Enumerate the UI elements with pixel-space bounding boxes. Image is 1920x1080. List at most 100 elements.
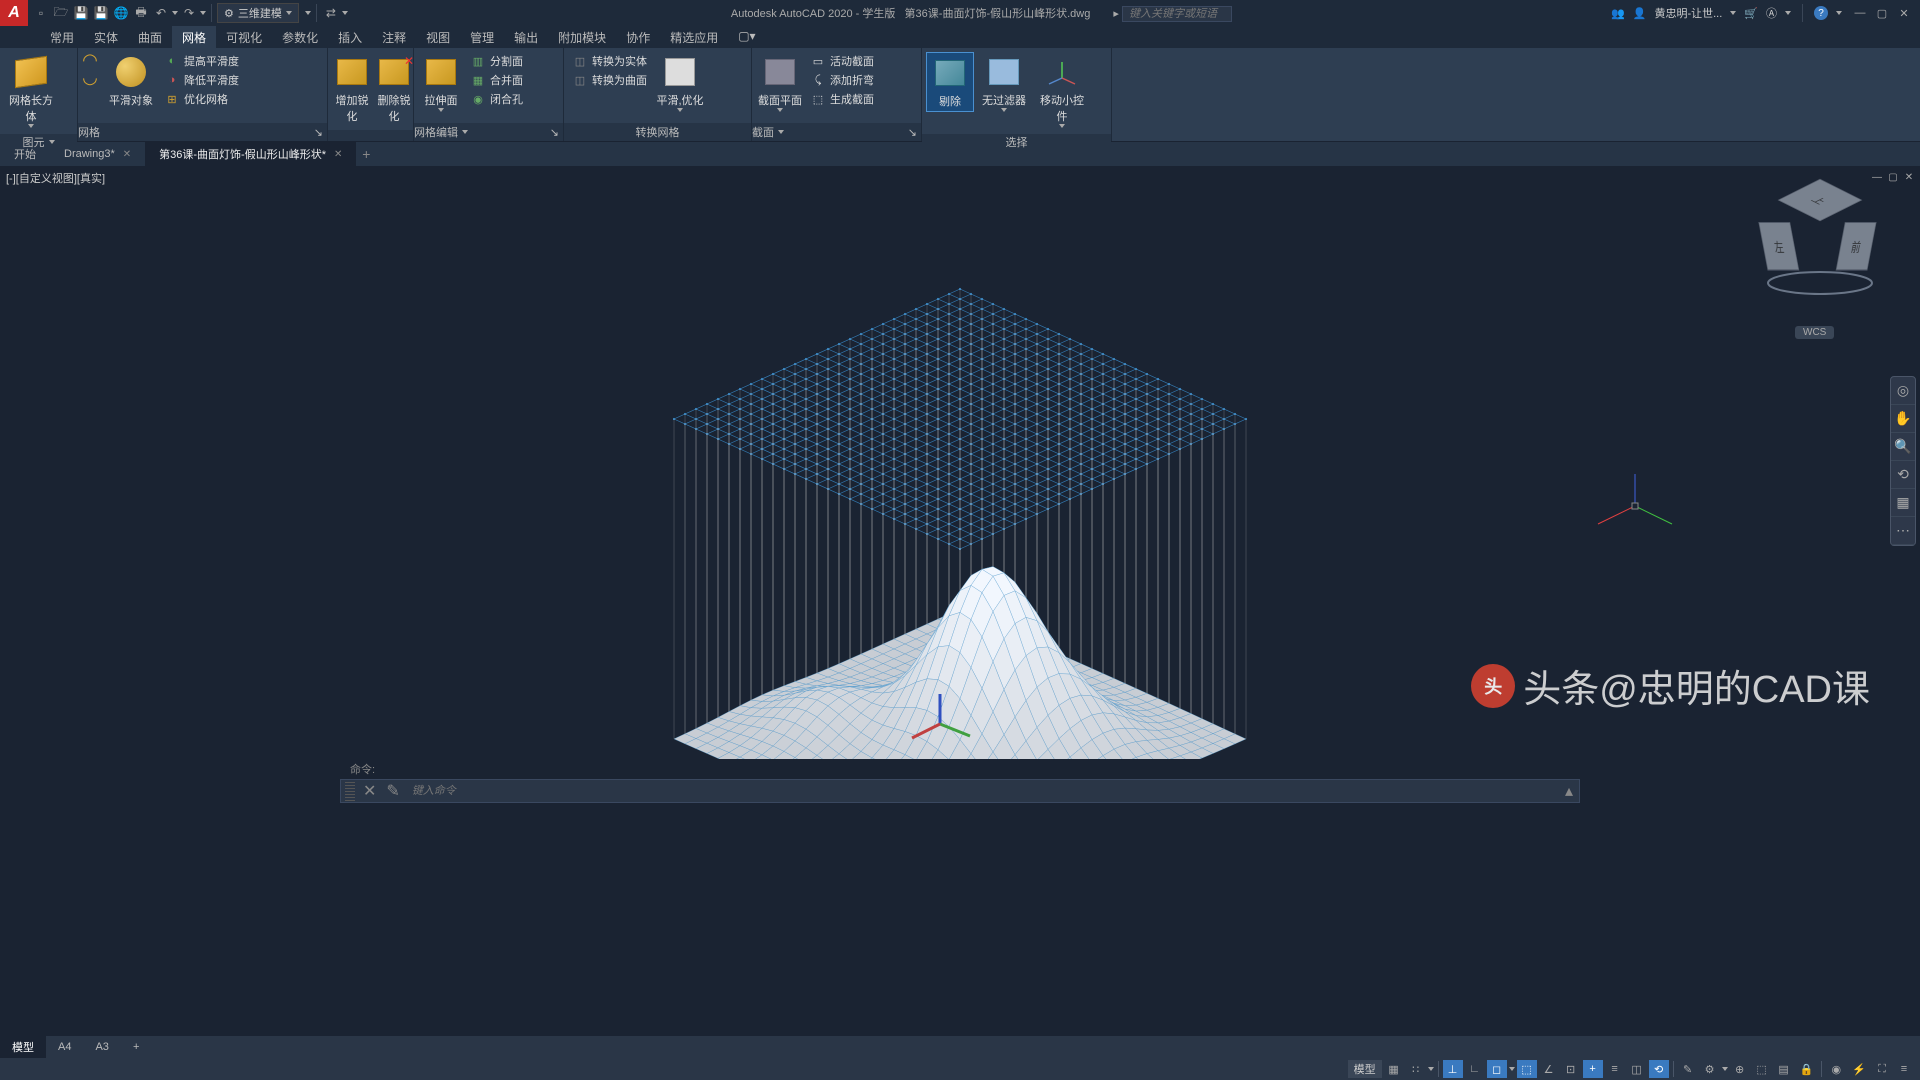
command-input[interactable] bbox=[406, 783, 1559, 799]
orbit-icon[interactable]: ⟲ bbox=[1891, 461, 1915, 489]
saveas-icon[interactable]: 💾 bbox=[92, 4, 110, 22]
convert-solid-button[interactable]: ◫转换为实体 bbox=[568, 52, 651, 70]
layout-tab-a4[interactable]: A4 bbox=[46, 1038, 83, 1056]
doc-tab-start[interactable]: 开始 bbox=[0, 142, 50, 166]
customize-icon[interactable]: ✎ bbox=[380, 781, 405, 801]
add-jog-button[interactable]: ⤹添加折弯 bbox=[806, 71, 878, 89]
increase-smooth-button[interactable]: ◐提高平滑度 bbox=[160, 52, 243, 70]
snap-icon[interactable]: ∷ bbox=[1406, 1060, 1426, 1078]
undo-icon[interactable]: ↶ bbox=[152, 4, 170, 22]
no-filter-button[interactable]: 无过滤器 bbox=[976, 52, 1032, 114]
showmotion-icon[interactable]: ▦ bbox=[1891, 489, 1915, 517]
tab-surface[interactable]: 曲面 bbox=[128, 26, 172, 48]
model-space-label[interactable]: 模型 bbox=[1348, 1060, 1382, 1078]
ortho-icon[interactable]: ⊥ bbox=[1443, 1060, 1463, 1078]
app-icon[interactable]: Ⓐ bbox=[1766, 5, 1777, 21]
user-dropdown-icon[interactable] bbox=[1730, 11, 1736, 15]
help-icon[interactable]: ? bbox=[1814, 6, 1828, 20]
transparency-icon[interactable]: ◫ bbox=[1627, 1060, 1647, 1078]
close-icon[interactable]: ✕ bbox=[334, 149, 342, 160]
tab-manage[interactable]: 管理 bbox=[460, 26, 504, 48]
customize-status-icon[interactable]: ≡ bbox=[1894, 1060, 1914, 1078]
viewcube-left[interactable]: 左 bbox=[1758, 222, 1799, 270]
close-button[interactable]: ✕ bbox=[1894, 5, 1914, 21]
workspace-icon[interactable]: ⚙ bbox=[1700, 1060, 1720, 1078]
recent-commands-icon[interactable]: ▴ bbox=[1559, 781, 1579, 801]
tab-solid[interactable]: 实体 bbox=[84, 26, 128, 48]
viewcube-top[interactable]: 上 bbox=[1778, 179, 1863, 221]
tab-addins[interactable]: 附加模块 bbox=[548, 26, 616, 48]
web-icon[interactable]: 🌐 bbox=[112, 4, 130, 22]
lock-ui-icon[interactable]: 🔒 bbox=[1796, 1060, 1818, 1078]
quickprops-icon[interactable]: ▤ bbox=[1774, 1060, 1794, 1078]
minimize-button[interactable]: — bbox=[1850, 5, 1870, 21]
hardware-accel-icon[interactable]: ⚡ bbox=[1848, 1060, 1870, 1078]
pan-icon[interactable]: ✋ bbox=[1891, 405, 1915, 433]
add-tab-button[interactable]: + bbox=[356, 146, 376, 162]
refine-mesh-button[interactable]: ⊞优化网格 bbox=[160, 90, 243, 108]
zoom-icon[interactable]: 🔍 bbox=[1891, 433, 1915, 461]
tab-mesh[interactable]: 网格 bbox=[172, 26, 216, 48]
redo-icon[interactable]: ↷ bbox=[180, 4, 198, 22]
tab-view[interactable]: 视图 bbox=[416, 26, 460, 48]
generate-section-button[interactable]: ⬚生成截面 bbox=[806, 90, 878, 108]
doc-tab-lesson36[interactable]: 第36课-曲面灯饰-假山形山峰形状*✕ bbox=[145, 142, 356, 166]
app-logo[interactable]: A bbox=[0, 0, 28, 26]
split-face-button[interactable]: ▥分割面 bbox=[466, 52, 527, 70]
otrack-icon[interactable]: ∠ bbox=[1539, 1060, 1559, 1078]
dyn-ucs-icon[interactable]: ⊡ bbox=[1561, 1060, 1581, 1078]
maximize-button[interactable]: ▢ bbox=[1872, 5, 1892, 21]
viewcube[interactable]: 上 左 前 WCS bbox=[1760, 196, 1880, 336]
layout-tab-a3[interactable]: A3 bbox=[83, 1038, 120, 1056]
3dosnap-icon[interactable]: ⬚ bbox=[1517, 1060, 1537, 1078]
undo-dropdown-icon[interactable] bbox=[172, 11, 178, 15]
tab-insert[interactable]: 插入 bbox=[328, 26, 372, 48]
remove-crease-button[interactable]: ✕ 删除锐化 bbox=[374, 52, 414, 126]
anno-monitor-icon[interactable]: ⊕ bbox=[1730, 1060, 1750, 1078]
compass-ring[interactable] bbox=[1765, 271, 1875, 301]
gizmo-button[interactable]: 移动小控件 bbox=[1034, 52, 1090, 130]
share-icon[interactable]: ⇄ bbox=[322, 4, 340, 22]
vp-close-icon[interactable]: ✕ bbox=[1902, 170, 1916, 184]
add-layout-button[interactable]: + bbox=[121, 1038, 151, 1056]
viewport[interactable]: [-][自定义视图][真实] — ▢ ✕ 上 左 bbox=[0, 166, 1920, 761]
cart-icon[interactable]: 🛒 bbox=[1744, 7, 1758, 20]
user-name[interactable]: 黄忠明-让世... bbox=[1654, 5, 1722, 21]
tab-extra[interactable]: ▢▾ bbox=[728, 26, 765, 48]
wcs-label[interactable]: WCS bbox=[1795, 326, 1834, 339]
layout-tab-model[interactable]: 模型 bbox=[0, 1036, 46, 1058]
full-nav-wheel-icon[interactable]: ◎ bbox=[1891, 377, 1915, 405]
isolate-icon[interactable]: ◉ bbox=[1826, 1060, 1846, 1078]
share-dropdown-icon[interactable] bbox=[342, 11, 348, 15]
plot-icon[interactable]: 🖶 bbox=[132, 4, 150, 22]
smooth-object-button[interactable]: 平滑对象 bbox=[104, 52, 158, 110]
drag-handle-icon[interactable] bbox=[345, 781, 355, 801]
add-crease-button[interactable]: 增加锐化 bbox=[332, 52, 372, 126]
anno-icon[interactable]: ✎ bbox=[1678, 1060, 1698, 1078]
search-input[interactable] bbox=[1122, 6, 1232, 22]
lineweight-icon[interactable]: ≡ bbox=[1605, 1060, 1625, 1078]
doc-tab-drawing3[interactable]: Drawing3*✕ bbox=[50, 144, 145, 164]
decrease-smooth-button[interactable]: ◑降低平滑度 bbox=[160, 71, 243, 89]
tab-parametric[interactable]: 参数化 bbox=[272, 26, 328, 48]
nav-more-icon[interactable]: ⋯ bbox=[1891, 517, 1915, 545]
live-section-button[interactable]: ▭活动截面 bbox=[806, 52, 878, 70]
tab-visualize[interactable]: 可视化 bbox=[216, 26, 272, 48]
cycling-icon[interactable]: ⟲ bbox=[1649, 1060, 1669, 1078]
tab-output[interactable]: 输出 bbox=[504, 26, 548, 48]
save-icon[interactable]: 💾 bbox=[72, 4, 90, 22]
dyn-input-icon[interactable]: + bbox=[1583, 1060, 1603, 1078]
command-line[interactable]: ✕ ✎ ▴ bbox=[340, 779, 1580, 803]
cull-button[interactable]: 剔除 bbox=[926, 52, 974, 112]
polar-icon[interactable]: ∟ bbox=[1465, 1060, 1485, 1078]
redo-dropdown-icon[interactable] bbox=[200, 11, 206, 15]
osnap-icon[interactable]: ◻ bbox=[1487, 1060, 1507, 1078]
mesh-box-button[interactable]: 网格长方体 bbox=[4, 52, 58, 130]
tab-home[interactable]: 常用 bbox=[40, 26, 84, 48]
vp-maximize-icon[interactable]: ▢ bbox=[1886, 170, 1900, 184]
viewcube-front[interactable]: 前 bbox=[1836, 222, 1877, 270]
close-icon[interactable]: ✕ bbox=[123, 149, 131, 160]
tab-annotate[interactable]: 注释 bbox=[372, 26, 416, 48]
viewport-label[interactable]: [-][自定义视图][真实] bbox=[6, 170, 105, 186]
clean-screen-icon[interactable]: ⛶ bbox=[1872, 1060, 1892, 1078]
